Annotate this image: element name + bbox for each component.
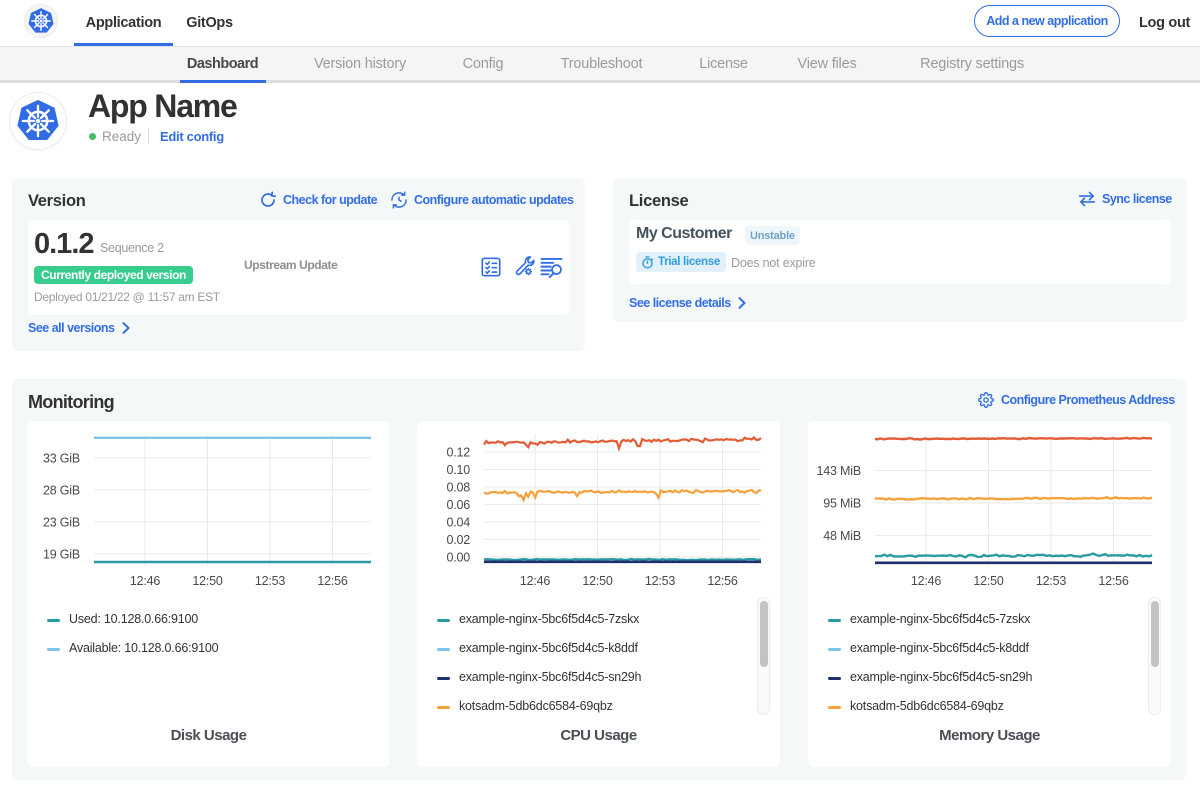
svg-text:95 MiB: 95 MiB	[823, 497, 861, 511]
svg-text:0.10: 0.10	[446, 463, 470, 477]
svg-text:12:53: 12:53	[255, 574, 286, 588]
svg-text:12:56: 12:56	[707, 574, 738, 588]
svg-text:28 GiB: 28 GiB	[43, 484, 80, 498]
svg-text:33 GiB: 33 GiB	[43, 452, 80, 466]
svg-text:143 MiB: 143 MiB	[817, 464, 861, 478]
svg-text:23 GiB: 23 GiB	[43, 516, 80, 530]
svg-text:12:50: 12:50	[192, 574, 223, 588]
svg-text:12:50: 12:50	[582, 574, 613, 588]
svg-text:19 GiB: 19 GiB	[43, 548, 80, 562]
svg-text:0.04: 0.04	[446, 516, 470, 530]
svg-text:0.06: 0.06	[446, 498, 470, 512]
svg-text:12:56: 12:56	[1098, 574, 1129, 588]
svg-text:12:46: 12:46	[911, 574, 942, 588]
svg-text:0.08: 0.08	[446, 481, 470, 495]
svg-text:0.12: 0.12	[446, 446, 470, 460]
svg-text:12:50: 12:50	[973, 574, 1004, 588]
svg-text:12:56: 12:56	[317, 574, 348, 588]
svg-text:0.02: 0.02	[446, 533, 470, 547]
svg-text:12:46: 12:46	[130, 574, 161, 588]
svg-text:48 MiB: 48 MiB	[823, 529, 861, 543]
svg-text:12:53: 12:53	[1036, 574, 1067, 588]
svg-text:12:46: 12:46	[520, 574, 551, 588]
svg-text:0.00: 0.00	[446, 551, 470, 565]
svg-text:12:53: 12:53	[645, 574, 676, 588]
